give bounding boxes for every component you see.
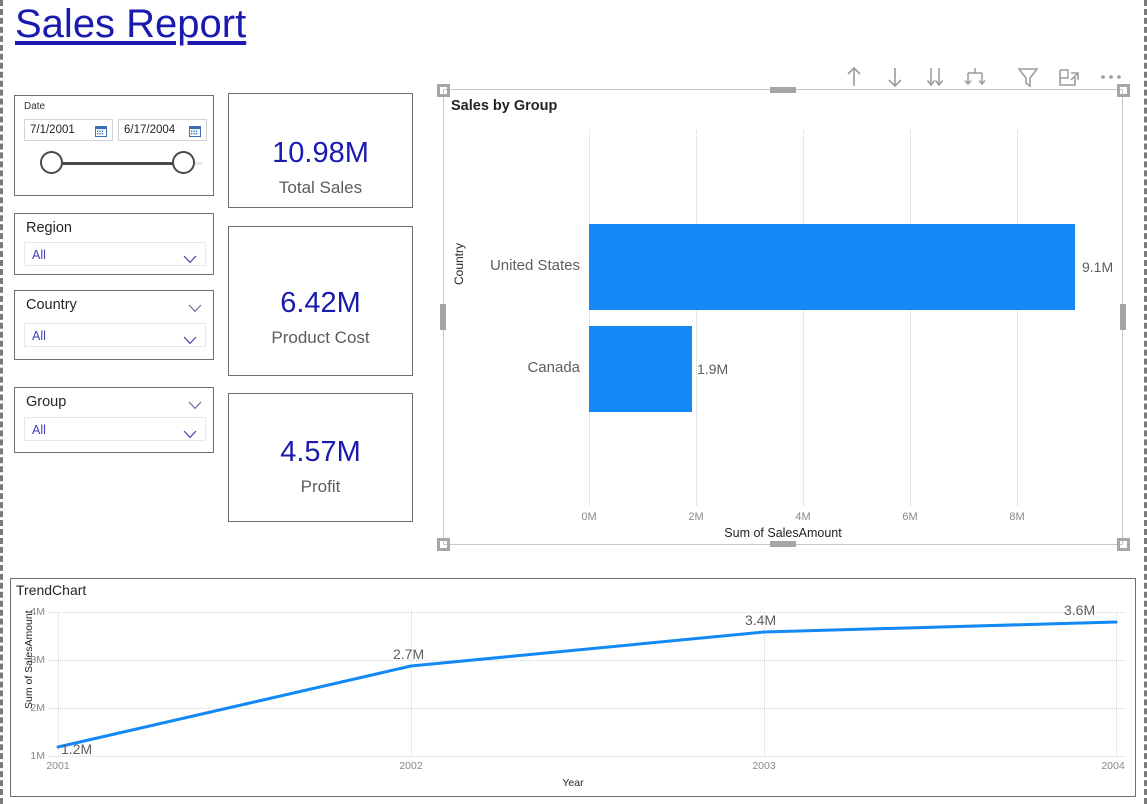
- calendar-icon[interactable]: [95, 124, 107, 137]
- x-axis-tick: 2002: [399, 760, 423, 772]
- bar-united-states[interactable]: [589, 224, 1075, 310]
- kpi-card-profit[interactable]: 4.57M Profit: [228, 393, 413, 522]
- x-axis-tick: 4M: [795, 511, 811, 523]
- country-slicer-label: Country: [26, 297, 77, 313]
- resize-handle-top-right[interactable]: [1117, 84, 1130, 97]
- date-range-slider-track[interactable]: [42, 162, 184, 165]
- chevron-down-icon[interactable]: [188, 300, 202, 313]
- kpi-value: 4.57M: [280, 436, 361, 468]
- date-end-value: 6/17/2004: [124, 124, 176, 136]
- sales-by-group-bar-chart[interactable]: Sales by Group United States Canada 9.1M…: [443, 89, 1123, 545]
- kpi-label: Total Sales: [278, 178, 363, 197]
- trend-point-label: 3.4M: [745, 612, 777, 628]
- resize-handle-top-left[interactable]: [437, 84, 450, 97]
- country-slicer-value: All: [32, 329, 46, 343]
- gridline: [803, 130, 804, 505]
- group-slicer[interactable]: Group All: [14, 387, 214, 453]
- gridline: [589, 130, 590, 505]
- trend-chart-line-visual[interactable]: TrendChart 4M 3M 2M 1M 1.2M 2.7M 3.4M 3.…: [10, 578, 1136, 797]
- drill-up-arrow-icon[interactable]: [839, 62, 869, 92]
- bar-canada[interactable]: [589, 326, 692, 412]
- region-slicer-label: Region: [26, 220, 72, 236]
- resize-handle-bottom-left[interactable]: [437, 538, 450, 551]
- y-axis-title: Sum of SalesAmount: [23, 610, 35, 709]
- focus-mode-icon[interactable]: [1054, 62, 1084, 92]
- bar-value-label: 9.1M: [1082, 259, 1114, 275]
- expand-all-hierarchy-icon[interactable]: [960, 62, 990, 92]
- date-range-slider-handle-end[interactable]: [172, 151, 195, 174]
- group-slicer-value: All: [32, 423, 46, 437]
- region-slicer-value: All: [32, 248, 46, 262]
- trend-point-label: 3.6M: [1064, 602, 1096, 618]
- resize-handle-bottom-right[interactable]: [1117, 538, 1130, 551]
- filter-funnel-icon[interactable]: [1013, 62, 1043, 92]
- drill-down-arrow-icon[interactable]: [880, 62, 910, 92]
- trend-point-label: 1.2M: [61, 741, 93, 757]
- kpi-value: 10.98M: [272, 137, 369, 169]
- x-axis-tick: 2001: [46, 760, 70, 772]
- x-axis-tick: 8M: [1009, 511, 1025, 523]
- kpi-card-product-cost[interactable]: 6.42M Product Cost: [228, 226, 413, 376]
- bar-category-label: Canada: [527, 359, 580, 376]
- date-start-value: 7/1/2001: [30, 124, 75, 136]
- date-start-input[interactable]: 7/1/2001: [24, 119, 113, 141]
- chevron-down-icon[interactable]: [183, 251, 197, 264]
- region-slicer-dropdown[interactable]: All: [24, 242, 206, 266]
- trend-line-series: [56, 620, 1118, 749]
- date-slicer[interactable]: Date 7/1/2001 6/17/2004: [14, 95, 214, 196]
- date-slicer-label: Date: [24, 101, 46, 112]
- resize-handle-top[interactable]: [770, 87, 796, 93]
- resize-handle-bottom[interactable]: [770, 541, 796, 547]
- x-axis-tick: 0M: [581, 511, 597, 523]
- x-axis-tick: 2004: [1101, 760, 1125, 772]
- calendar-icon[interactable]: [189, 124, 201, 137]
- kpi-label: Profit: [300, 477, 341, 496]
- kpi-value: 6.42M: [280, 287, 361, 319]
- resize-handle-left[interactable]: [440, 304, 446, 330]
- chevron-down-icon[interactable]: [188, 397, 202, 410]
- gridline: [910, 130, 911, 505]
- page-title: Sales Report: [15, 2, 247, 46]
- chevron-down-icon[interactable]: [183, 332, 197, 345]
- country-slicer-dropdown[interactable]: All: [24, 323, 206, 347]
- x-axis-tick: 2M: [688, 511, 704, 523]
- report-canvas: Sales Report Date 7/1/2001 6/17/2004 Reg…: [0, 0, 1147, 804]
- x-axis-tick: 6M: [902, 511, 918, 523]
- group-slicer-dropdown[interactable]: All: [24, 417, 206, 441]
- gridline: [696, 130, 697, 505]
- chevron-down-icon[interactable]: [183, 426, 197, 439]
- region-slicer[interactable]: Region All: [14, 213, 214, 275]
- x-axis-title: Year: [562, 777, 584, 789]
- x-axis-tick: 2003: [752, 760, 776, 772]
- kpi-card-total-sales[interactable]: 10.98M Total Sales: [228, 93, 413, 208]
- x-axis-title: Sum of SalesAmount: [724, 526, 842, 540]
- bar-chart-plot-area: United States Canada 9.1M 1.9M 0M 2M 4M …: [444, 90, 1122, 544]
- date-end-input[interactable]: 6/17/2004: [118, 119, 207, 141]
- country-slicer[interactable]: Country All: [14, 290, 214, 360]
- bar-category-label: United States: [489, 257, 580, 274]
- resize-handle-right[interactable]: [1120, 304, 1126, 330]
- kpi-label: Product Cost: [271, 328, 370, 347]
- gridline: [1017, 130, 1018, 505]
- bar-value-label: 1.9M: [697, 361, 729, 377]
- date-range-slider-handle-start[interactable]: [40, 151, 63, 174]
- expand-next-level-icon[interactable]: [920, 62, 950, 92]
- y-axis-title: Country: [452, 242, 466, 285]
- trend-point-label: 2.7M: [393, 646, 425, 662]
- group-slicer-label: Group: [26, 394, 67, 410]
